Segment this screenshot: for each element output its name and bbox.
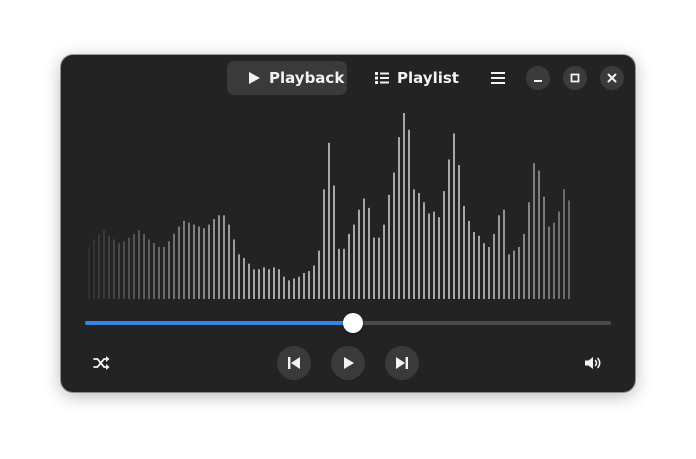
volume-button[interactable] bbox=[581, 351, 607, 375]
audio-visualizer bbox=[88, 113, 570, 299]
seek-slider[interactable] bbox=[85, 313, 611, 333]
previous-track-button[interactable] bbox=[277, 346, 311, 380]
list-icon bbox=[375, 72, 389, 84]
maximize-button[interactable] bbox=[563, 66, 587, 90]
tab-playlist[interactable]: Playlist bbox=[365, 61, 459, 95]
menu-icon bbox=[491, 72, 505, 84]
close-button[interactable] bbox=[600, 66, 624, 90]
tab-playback[interactable]: Playback bbox=[227, 61, 347, 95]
play-button[interactable] bbox=[331, 346, 365, 380]
skip-back-icon bbox=[288, 357, 300, 369]
menu-button[interactable] bbox=[488, 68, 508, 88]
volume-icon bbox=[585, 357, 601, 369]
skip-forward-icon bbox=[396, 357, 408, 369]
seek-slider-progress bbox=[85, 321, 354, 325]
shuffle-icon bbox=[93, 356, 110, 370]
tab-playlist-label: Playlist bbox=[397, 69, 459, 87]
music-player-window: Playback Playlist bbox=[61, 55, 635, 392]
tab-playback-label: Playback bbox=[269, 69, 345, 87]
play-icon bbox=[344, 357, 354, 369]
shuffle-button[interactable] bbox=[90, 351, 114, 375]
minimize-button[interactable] bbox=[526, 66, 550, 90]
close-icon bbox=[607, 73, 617, 83]
next-track-button[interactable] bbox=[385, 346, 419, 380]
maximize-icon bbox=[570, 73, 580, 83]
minimize-icon bbox=[534, 80, 542, 82]
play-icon bbox=[249, 72, 260, 84]
